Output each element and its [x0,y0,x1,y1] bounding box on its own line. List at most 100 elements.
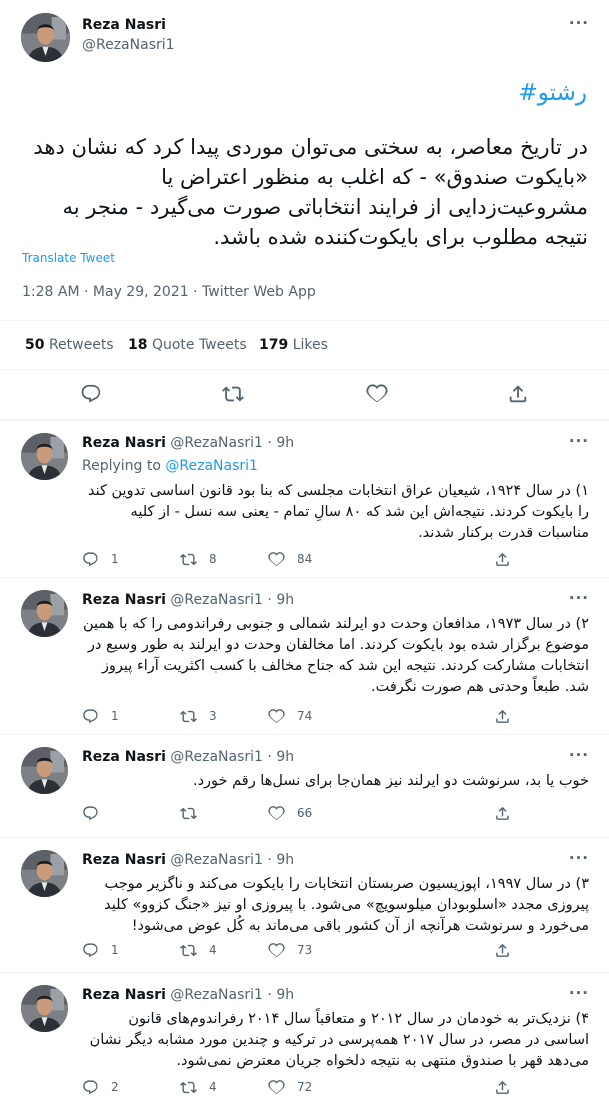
retweet-icon[interactable] [180,1079,197,1096]
like-action[interactable]: 73 [268,940,312,960]
share-icon[interactable] [507,383,529,405]
reply-icon[interactable] [82,1079,99,1096]
like-action[interactable]: 66 [268,803,312,823]
heart-icon[interactable] [366,383,388,405]
author-name[interactable]: Reza Nasri [82,435,166,451]
like-action[interactable]: 74 [268,706,312,726]
reply-tweet[interactable]: Reza Nasri @RezaNasri1 · 9h ··· خوب یا ب… [0,734,609,837]
share-icon[interactable] [494,1079,511,1096]
more-icon[interactable]: ··· [569,432,589,450]
quote-tweets-stat[interactable]: 18 Quote Tweets [128,337,247,353]
author-handle[interactable]: @RezaNasri1 [82,37,175,53]
retweet-icon[interactable] [180,942,197,959]
retweet-action[interactable]: 3 [180,706,217,726]
tweet-text: ۱) در سال ۱۹۲۴، شیعیان عراق انتخابات مجل… [88,483,589,541]
reply-action[interactable]: 2 [82,1077,119,1097]
avatar[interactable] [21,985,68,1032]
reply-action[interactable]: 1 [82,549,119,569]
reply-icon[interactable] [82,551,99,568]
reply-tweet[interactable]: Reza Nasri @RezaNasri1 · 9h ··· ۲) در سا… [0,577,609,734]
share-icon[interactable] [494,708,511,725]
avatar[interactable] [21,13,70,62]
more-icon[interactable]: ··· [569,14,589,32]
action-bar: 1 4 73 [82,940,589,960]
share-action[interactable] [494,1077,511,1097]
tweet-time[interactable]: 9h [276,749,294,765]
retweet-icon[interactable] [180,708,197,725]
author-handle[interactable]: @RezaNasri1 [170,435,263,451]
retweet-icon[interactable] [222,383,244,405]
author-handle[interactable]: @RezaNasri1 [170,987,263,1003]
more-icon[interactable]: ··· [569,849,589,867]
reply-header: Reza Nasri @RezaNasri1 · 9h [82,592,294,608]
more-icon[interactable]: ··· [569,589,589,607]
reply-action[interactable]: 1 [82,706,119,726]
replying-label: Replying to [82,458,161,474]
translate-tweet-link[interactable]: Translate Tweet [22,251,115,265]
retweet-action[interactable] [180,803,209,823]
more-icon[interactable]: ··· [569,984,589,1002]
tweet-date[interactable]: May 29, 2021 [93,284,189,300]
reply-icon[interactable] [82,708,99,725]
avatar[interactable] [21,850,68,897]
reply-tweet[interactable]: Reza Nasri @RezaNasri1 · 9h ··· Replying… [0,420,609,577]
reply-action[interactable]: 1 [82,940,119,960]
author-name[interactable]: Reza Nasri [82,17,166,33]
retweet-action[interactable]: 4 [180,940,217,960]
reply-icon[interactable] [82,942,99,959]
share-icon[interactable] [494,551,511,568]
heart-icon[interactable] [268,942,285,959]
author-handle[interactable]: @RezaNasri1 [170,592,263,608]
header-separator: · [267,987,272,1003]
tweet-time[interactable]: 9h [276,435,294,451]
engagement-stats: 50 Retweets 18 Quote Tweets 179 Likes [0,320,609,370]
reply-icon[interactable] [80,383,102,405]
like-count: 72 [297,1080,313,1094]
tweet-text: در تاریخ معاصر، به سختی می‌توان موردی پی… [33,135,588,249]
author-name[interactable]: Reza Nasri [82,852,166,868]
author-handle[interactable]: @RezaNasri1 [170,852,263,868]
header-separator: · [267,852,272,868]
profile-photo [21,985,68,1032]
share-action[interactable] [494,549,511,569]
share-action[interactable] [494,706,511,726]
author-name[interactable]: Reza Nasri [82,592,166,608]
profile-photo [21,13,70,62]
reply-tweet[interactable]: Reza Nasri @RezaNasri1 · 9h ··· ۴) نزدیک… [0,972,609,1110]
like-action[interactable]: 84 [268,549,312,569]
tweet-time[interactable]: 9h [276,987,294,1003]
avatar[interactable] [21,747,68,794]
reply-tweet[interactable]: Reza Nasri @RezaNasri1 · 9h ··· ۳) در سا… [0,837,609,972]
author-handle[interactable]: @RezaNasri1 [170,749,263,765]
tweet-time[interactable]: 9h [276,592,294,608]
avatar[interactable] [21,590,68,637]
reply-action[interactable] [82,803,111,823]
share-action[interactable] [494,940,511,960]
meta-separator: · [193,284,198,300]
tweet-time[interactable]: 9h [276,852,294,868]
retweet-action[interactable]: 8 [180,549,217,569]
likes-stat[interactable]: 179 Likes [259,337,328,353]
author-name[interactable]: Reza Nasri [82,987,166,1003]
heart-icon[interactable] [268,805,285,822]
avatar[interactable] [21,433,68,480]
retweets-stat[interactable]: 50 Retweets [25,337,114,353]
retweet-icon[interactable] [180,805,197,822]
heart-icon[interactable] [268,1079,285,1096]
tweet-time[interactable]: 1:28 AM [22,284,80,300]
heart-icon[interactable] [268,551,285,568]
like-action[interactable]: 72 [268,1077,312,1097]
reply-icon[interactable] [82,805,99,822]
more-icon[interactable]: ··· [569,746,589,764]
author-name[interactable]: Reza Nasri [82,749,166,765]
heart-icon[interactable] [268,708,285,725]
retweet-icon[interactable] [180,551,197,568]
tweet-text: خوب یا بد، سرنوشت دو ایرلند نیز همان‌جا … [192,773,589,789]
tweet-source[interactable]: Twitter Web App [202,284,316,300]
hashtag-link[interactable]: #رشتو [519,80,587,106]
share-icon[interactable] [494,942,511,959]
retweet-action[interactable]: 4 [180,1077,217,1097]
replying-handle-link[interactable]: @RezaNasri1 [165,458,258,474]
share-icon[interactable] [494,805,511,822]
share-action[interactable] [494,803,511,823]
